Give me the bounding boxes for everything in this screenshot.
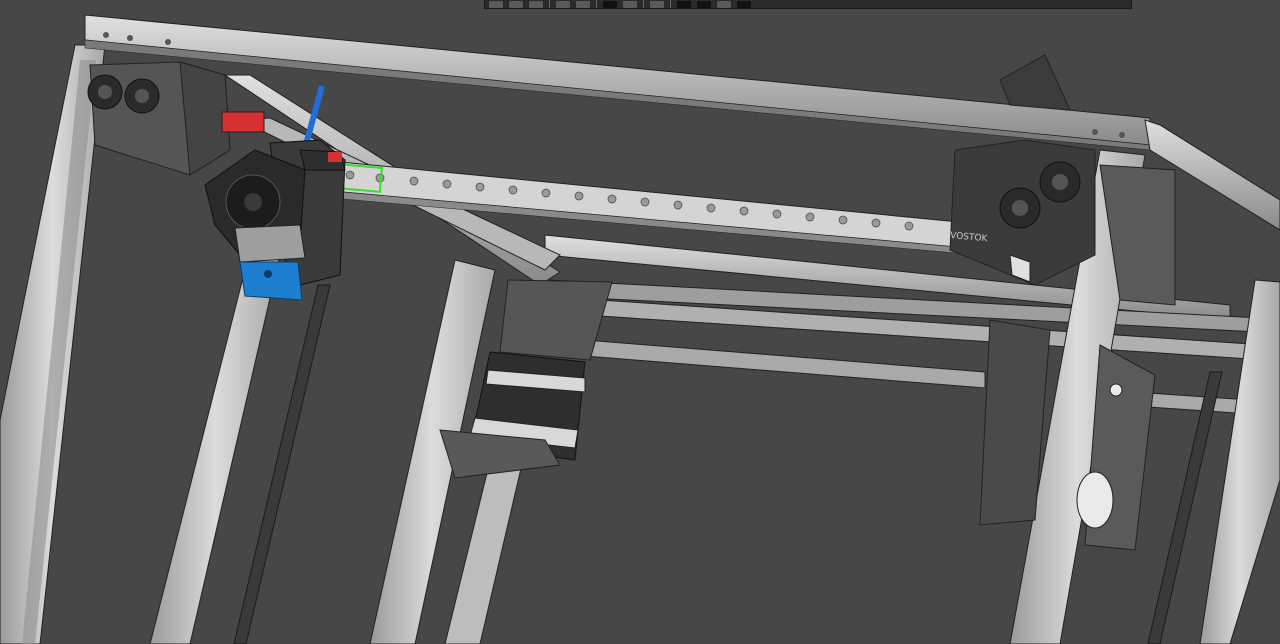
smooth-rod-left (584, 339, 986, 389)
render-mode-icon[interactable] (603, 0, 617, 8)
heater-block (239, 261, 303, 301)
post-left-inner (149, 249, 281, 644)
toolbar-divider (596, 0, 597, 8)
view-front-icon[interactable] (489, 0, 503, 8)
view-toolbar (484, 0, 1132, 9)
toolbar-divider (670, 0, 671, 8)
shading-icon[interactable] (623, 0, 637, 8)
toolbar-divider (549, 0, 550, 8)
x-linear-rail (312, 159, 991, 257)
pin-icon[interactable] (677, 0, 691, 8)
printer-model-view[interactable]: VOSTOK (0, 0, 1280, 644)
post-back-right (1199, 279, 1280, 644)
view-top-icon[interactable] (509, 0, 523, 8)
toolbar-divider (643, 0, 644, 8)
settings-icon[interactable] (737, 0, 751, 8)
section-icon[interactable] (556, 0, 570, 8)
measure-icon[interactable] (576, 0, 590, 8)
cad-viewport[interactable]: VOSTOK (0, 0, 1280, 644)
corner-motor-right: VOSTOK (949, 54, 1176, 306)
display-style-icon[interactable] (650, 0, 664, 8)
endstop-switch (221, 111, 265, 133)
view-right-icon[interactable] (529, 0, 543, 8)
selection-icon[interactable] (697, 0, 711, 8)
layers-icon[interactable] (717, 0, 731, 8)
